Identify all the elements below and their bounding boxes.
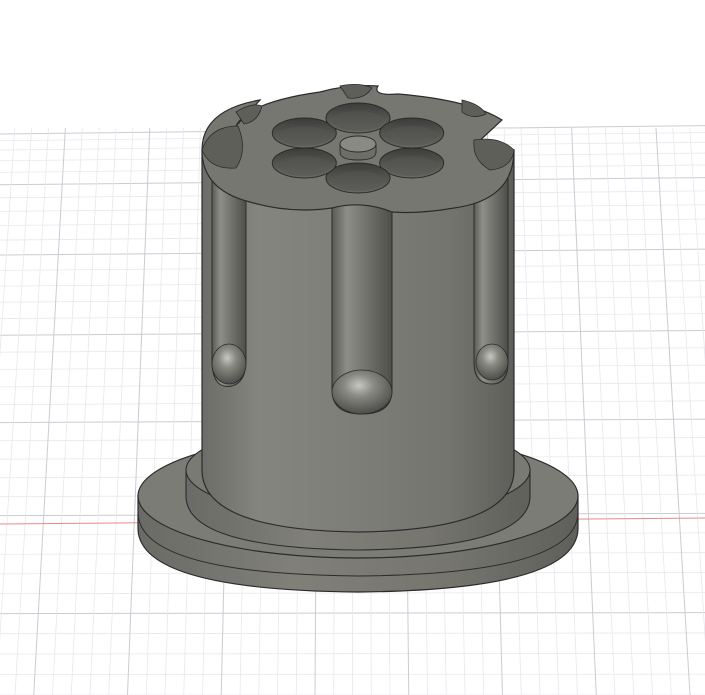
- grid-line-vertical: [604, 127, 635, 695]
- grid-line-vertical: [621, 127, 653, 695]
- grid-line-vertical: [0, 127, 33, 642]
- flute-left-ball: [211, 343, 247, 385]
- grid-line-vertical: [689, 127, 705, 364]
- center-pin: [339, 135, 377, 161]
- grid-line-vertical: [14, 127, 49, 695]
- grid-line-vertical: [672, 127, 705, 643]
- grid-line-vertical: [145, 127, 168, 695]
- top-notch-back-right: [461, 99, 487, 117]
- flute-right-ball: [475, 343, 509, 381]
- grid-line-vertical: [520, 127, 541, 695]
- grid-line-vertical: [638, 127, 672, 695]
- grid-line-vertical: [164, 127, 184, 695]
- flute-center-ball: [331, 369, 393, 415]
- grid-line-vertical: [554, 127, 578, 695]
- chamber-hole: [379, 117, 445, 149]
- 3d-model-viewport[interactable]: [0, 0, 705, 695]
- chamber-hole: [379, 147, 445, 179]
- grid-line-vertical: [127, 127, 151, 695]
- chamber-hole: [271, 117, 337, 149]
- grid-line-vertical: [537, 127, 560, 695]
- grid-line-vertical: [70, 127, 100, 695]
- grid-line-vertical: [655, 127, 691, 695]
- grid-line-vertical: [52, 127, 83, 695]
- grid-line-vertical: [183, 127, 201, 695]
- revolver-cylinder-holder-model[interactable]: [137, 84, 579, 593]
- grid-line-vertical: [0, 127, 16, 359]
- chamber-hole: [271, 147, 337, 179]
- viewport-canvas[interactable]: [0, 0, 705, 695]
- chamber-hole: [325, 162, 391, 194]
- chamber-hole: [325, 102, 391, 134]
- grid-line-vertical: [33, 127, 66, 695]
